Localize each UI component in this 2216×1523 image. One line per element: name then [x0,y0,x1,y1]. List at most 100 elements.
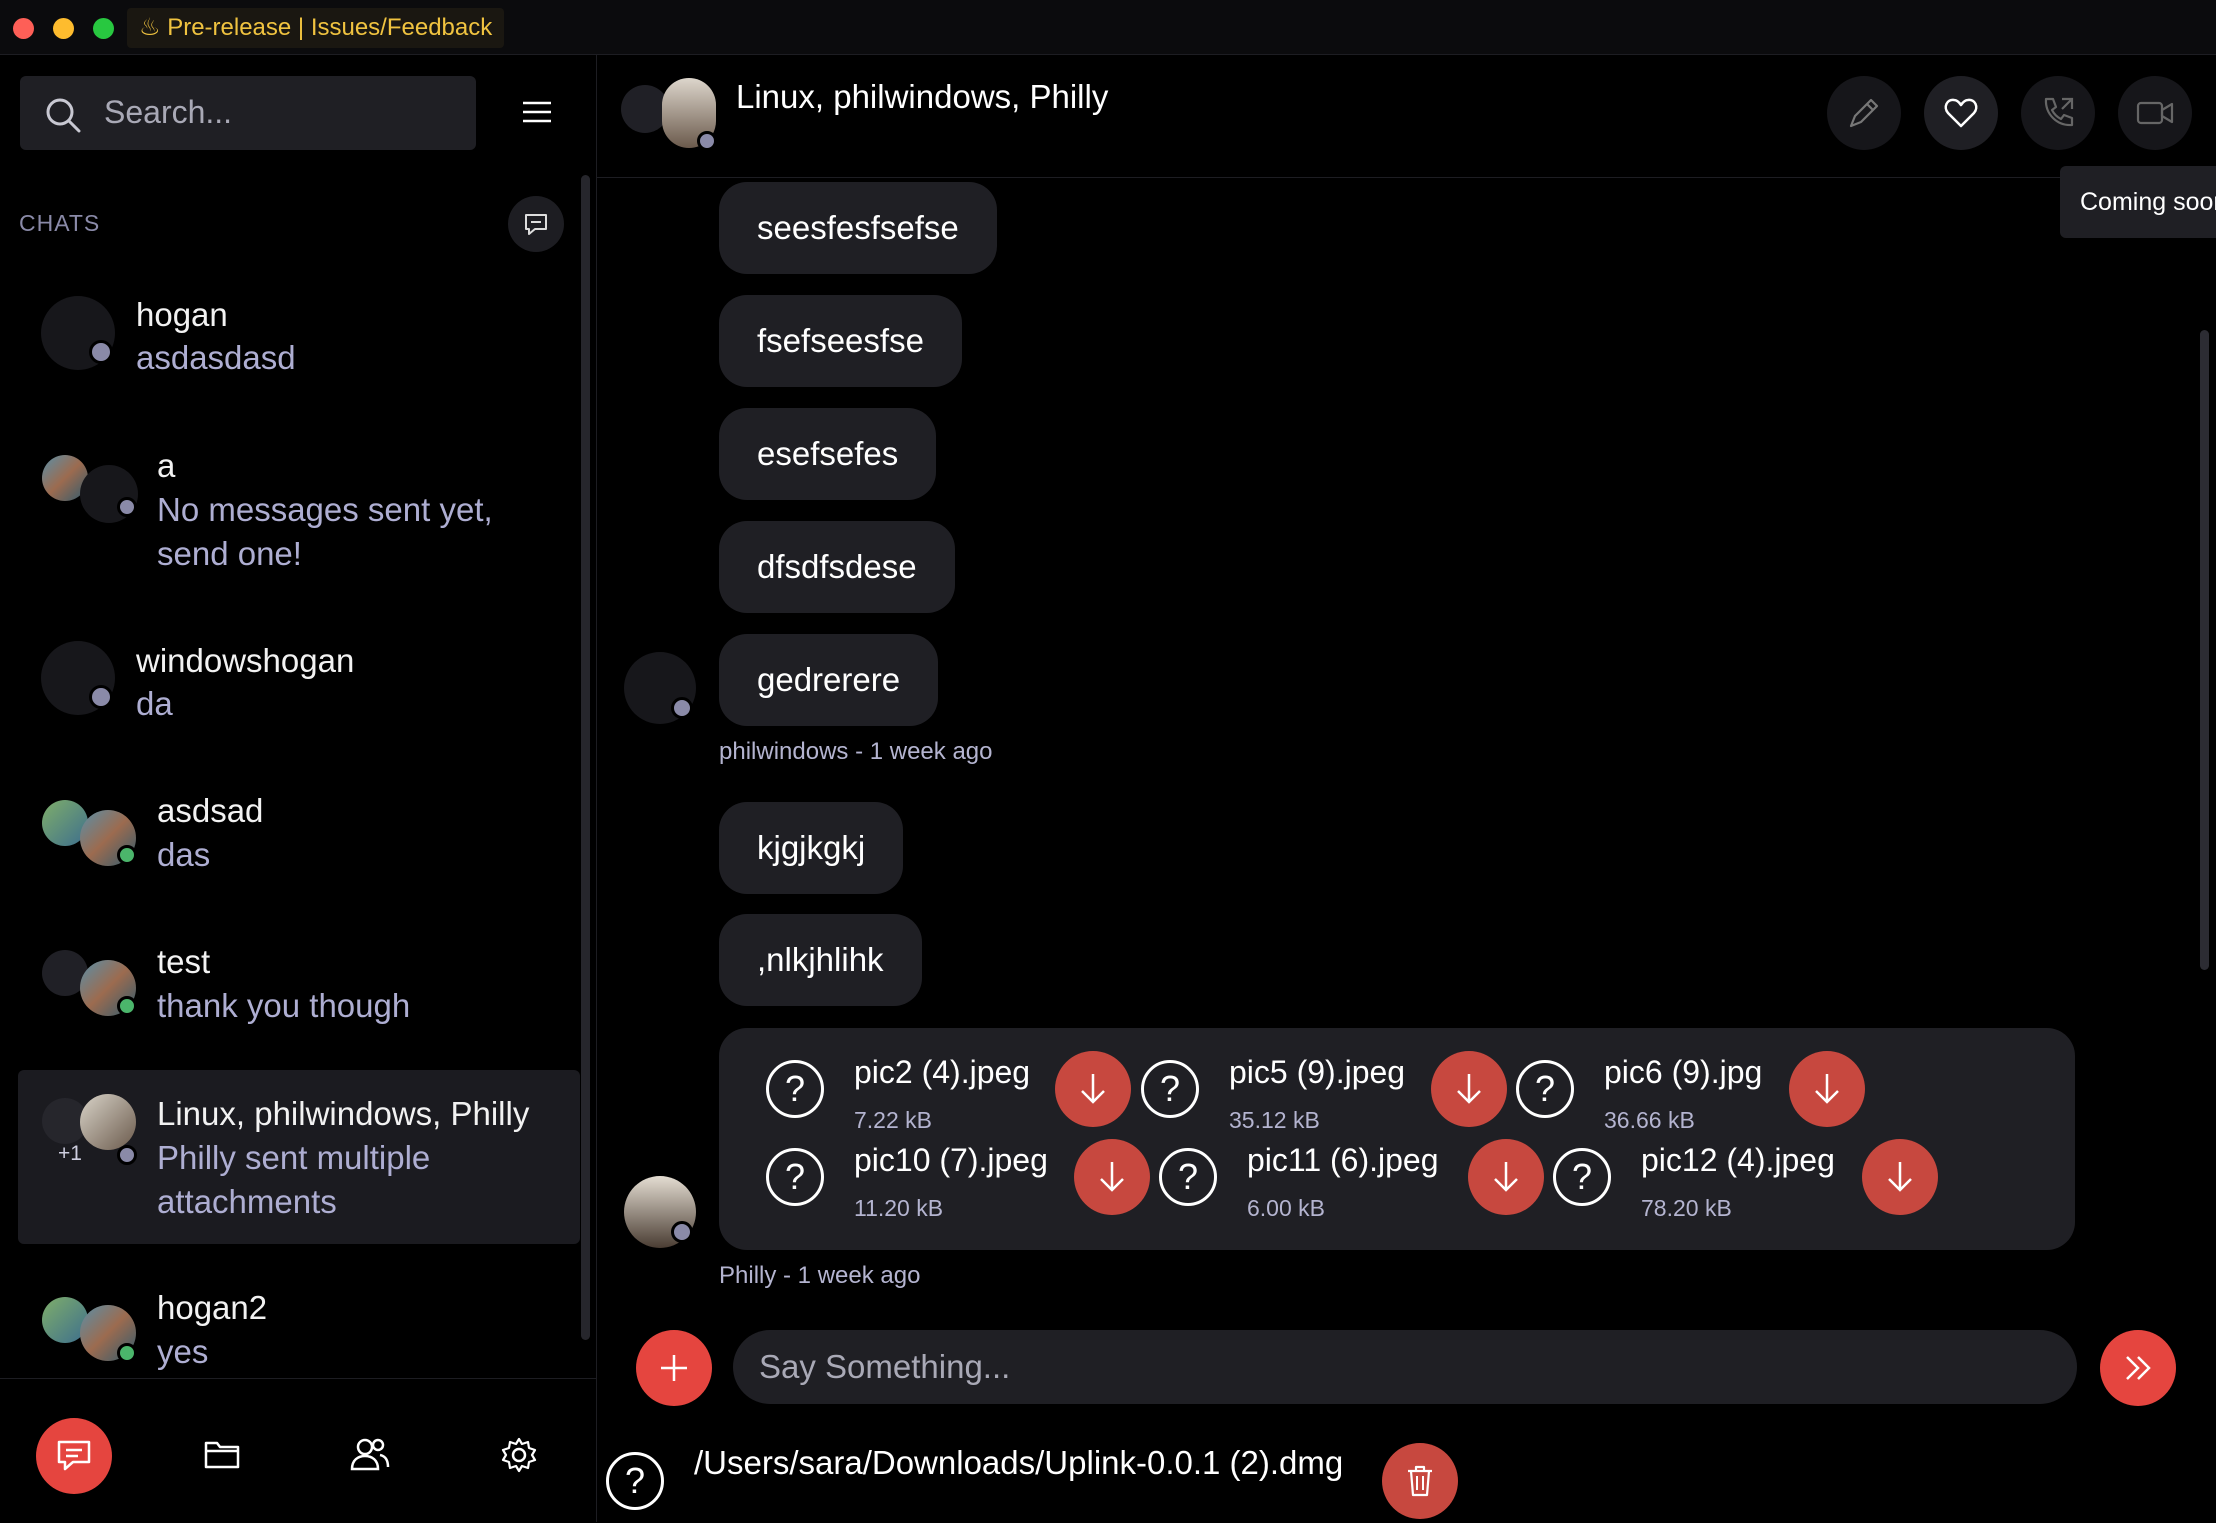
chats-section-label: CHATS [19,210,101,236]
attachment-name: pic5 (9).jpeg [1229,1054,1406,1090]
chat-name: test [157,943,211,980]
friends-icon[interactable] [350,1436,390,1472]
message-input-placeholder: Say Something... [759,1348,1011,1385]
unknown-file-icon: ? [1516,1060,1574,1118]
attachment-size: 7.22 kB [854,1107,932,1133]
status-indicator [117,1343,137,1363]
status-indicator [671,1221,693,1243]
download-button[interactable] [1862,1139,1938,1215]
remove-file-button[interactable] [1382,1443,1458,1519]
download-arrow-icon [1081,1074,1105,1104]
heart-icon [1944,98,1978,128]
message-bubble: esefsefes [719,408,937,500]
status-indicator [89,340,113,364]
chat-name: windowshogan [136,642,355,679]
hamburger-menu-icon[interactable] [522,100,552,124]
message-meta: philwindows - 1 week ago [719,738,993,765]
search-placeholder: Search... [104,94,233,130]
chat-bubble-icon [57,1440,91,1471]
chat-last-message: thank you though [157,987,411,1024]
chat-last-message: asdasdasd [136,339,296,376]
status-indicator [117,497,137,517]
maximize-window-button[interactable] [93,18,114,39]
attachment-name: pic2 (4).jpeg [854,1054,1031,1090]
video-call-button[interactable] [2118,76,2192,150]
phone-icon [2044,97,2074,127]
status-indicator [697,131,717,151]
unknown-file-icon: ? [1159,1148,1217,1206]
avatar [80,1094,136,1150]
message-meta: Philly - 1 week ago [719,1262,921,1289]
download-arrow-icon [1888,1162,1912,1192]
folder-icon[interactable] [204,1438,240,1470]
call-button[interactable] [2021,76,2095,150]
message-bubble: seesfesfsefse [719,182,997,274]
add-attachment-button[interactable] [636,1330,712,1406]
attachment-size: 6.00 kB [1247,1195,1325,1221]
unknown-file-icon: ? [766,1148,824,1206]
unknown-file-icon: ? [1141,1060,1199,1118]
status-indicator [671,697,693,719]
unknown-file-icon: ? [606,1452,664,1510]
settings-gear-icon[interactable] [501,1437,537,1473]
video-camera-icon [2136,101,2174,125]
send-button[interactable] [2100,1330,2176,1406]
chat-last-message: Philly sent multiple attachments [157,1139,431,1220]
plus-icon [661,1355,687,1381]
member-count-badge: +1 [58,1142,82,1165]
status-indicator [117,996,137,1016]
download-button[interactable] [1789,1051,1865,1127]
message-bubble: kjgjkgkj [719,802,904,894]
chat-last-message: yes [157,1333,209,1370]
download-arrow-icon [1815,1074,1839,1104]
attachment-size: 35.12 kB [1229,1107,1320,1133]
message-bubble: ,nlkjhlihk [719,914,922,1006]
attachment-name: pic10 (7).jpeg [854,1142,1048,1178]
unknown-file-icon: ? [1553,1148,1611,1206]
chat-name: hogan [136,296,228,333]
conversation-title: Linux, philwindows, Philly [736,78,1109,115]
chat-name: hogan2 [157,1289,268,1326]
status-indicator [117,1145,137,1165]
message-bubble: dfsdfsdese [719,521,955,613]
messages-scrollbar[interactable] [2200,330,2209,970]
pencil-icon [1849,98,1879,128]
close-window-button[interactable] [13,18,34,39]
chat-name: a [157,447,176,484]
attachment-size: 11.20 kB [854,1195,944,1221]
message-bubble: gedrerere [719,634,939,726]
status-indicator [89,685,113,709]
status-indicator [117,845,137,865]
search-icon [46,98,81,133]
chat-last-message: da [136,685,173,722]
attachment-name: pic6 (9).jpg [1604,1054,1763,1090]
download-arrow-icon [1457,1074,1481,1104]
attachment-name: pic12 (4).jpeg [1641,1142,1835,1178]
download-button[interactable] [1431,1051,1507,1127]
prerelease-banner[interactable]: ♨ Pre-release | Issues/Feedback [127,8,505,48]
trash-icon [1408,1465,1432,1497]
download-button[interactable] [1468,1139,1544,1215]
search-input[interactable] [20,76,476,150]
download-button[interactable] [1074,1139,1150,1215]
nav-chats-button[interactable] [36,1418,112,1494]
new-chat-button[interactable] [508,196,564,252]
download-arrow-icon [1100,1162,1124,1192]
chat-last-message: No messages sent yet, send one! [157,491,493,572]
unknown-file-icon: ? [766,1060,824,1118]
minimize-window-button[interactable] [53,18,74,39]
chat-name: asdsad [157,792,264,829]
chat-last-message: das [157,836,211,873]
attachment-size: 36.66 kB [1604,1107,1695,1133]
attachment-size: 78.20 kB [1641,1195,1732,1221]
download-arrow-icon [1494,1162,1518,1192]
message-bubble: fsefseesfse [719,295,962,387]
prerelease-label: Pre-release | Issues/Feedback [167,14,493,41]
download-button[interactable] [1055,1051,1131,1127]
favorite-button[interactable] [1924,76,1998,150]
edit-group-button[interactable] [1827,76,1901,150]
attachment-name: pic11 (6).jpeg [1247,1142,1439,1178]
chat-name: Linux, philwindows, Philly [157,1095,530,1132]
sidebar-scrollbar[interactable] [581,175,590,1340]
tooltip-coming-soon: Coming soon [2060,166,2216,238]
